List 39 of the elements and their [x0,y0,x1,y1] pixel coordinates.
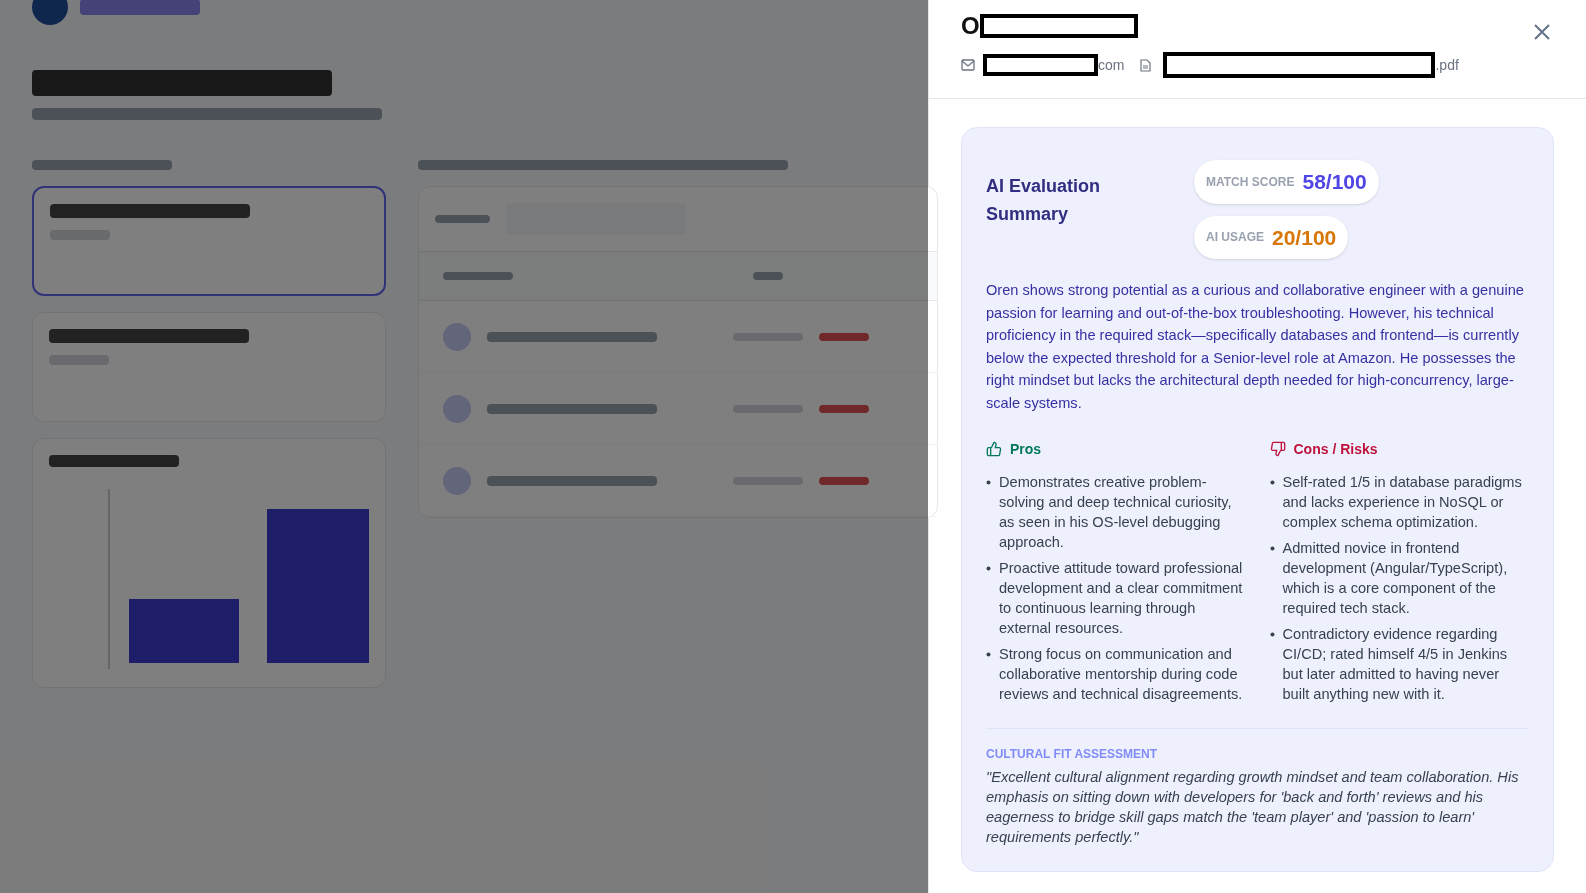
avatar-icon [443,322,471,351]
score-value: 20/100 [1272,224,1337,251]
blurred-text [435,215,490,223]
bullet-icon [986,651,991,657]
document-icon [1140,58,1152,72]
score-label: MATCH SCORE [1206,173,1295,191]
avatar-icon [443,394,471,423]
blurred-text [443,272,513,280]
cultural-fit-text: "Excellent cultural alignment regarding growth mindset and team collaboration. His emphasis on sitting down with developers for 'back and forth' reviews and his eagerness to bridge skill gaps match the 'team player' and 'passion to learn' requirements perfectly." [986,767,1520,847]
avatar-icon [443,466,471,495]
pro-item: Demonstrates creative problem-solving and deep technical curiosity, as seen in his OS-level debugging approach. [999,472,1233,552]
section-heading: CULTURAL FIT ASSESSMENT [986,745,1159,763]
blurred-text [819,476,869,485]
con-item: Self-rated 1/5 in database paradigms and lacks experience in NoSQL or complex schema optimization. [1282,472,1523,532]
pro-item: Proactive attitude toward professional development and a clear commitment to continuous learning through external resources. [999,558,1244,638]
position-card[interactable] [32,186,386,296]
con-item: Contradictory evidence regarding CI/CD; rated himself 4/5 in Jenkins but later admitted to having never built anything new with it. [1282,624,1509,704]
bullet-icon [986,479,991,485]
resume-file-link[interactable]: .pdf [1435,54,1459,76]
mail-icon [961,59,975,71]
thumbs-down-icon [1269,441,1286,458]
pro-item: Strong focus on communication and collaborative mentorship during code reviews and technical disagreements. [999,644,1244,704]
thumbs-up-icon [986,441,1002,458]
con-item: Admitted novice in frontend development (Angular/TypeScript), which is a core component of the required tech stack. [1282,538,1509,618]
score-label: AI USAGE [1206,229,1264,247]
blurred-text [819,404,869,413]
evaluation-title: AI Evaluation Summary [986,175,1102,226]
score-value: 58/100 [1302,169,1367,195]
pros-heading: Pros [1010,439,1042,459]
bullet-icon [1269,479,1275,485]
bullet-icon [986,565,991,571]
candidate-name: O [961,11,980,41]
blurred-text [819,332,869,341]
candidate-email: com [1098,55,1125,75]
bullet-icon [1269,545,1275,551]
blurred-text [753,272,783,280]
cons-heading: Cons / Risks [1293,439,1378,459]
summary-text: Oren shows strong potential as a curious and collaborative engineer with a genuine passion for learning and out-of-the-box troubleshooting. However, his technical proficiency in the required stack—specifically databases and frontend—is currently below the expected threshold for a Senior-level role at Amazon. He possesses the right mindset but lacks the architectural depth needed for high-concurrency, large-scale systems. [986,281,1525,413]
bullet-icon [1269,631,1275,637]
